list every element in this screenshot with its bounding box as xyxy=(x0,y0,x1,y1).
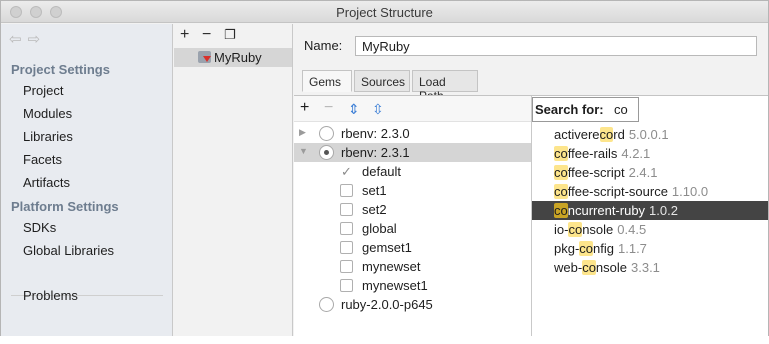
result-name: pkg-config 1.1.7 xyxy=(554,241,647,256)
project-structure-window: Project Structure ⇦⇨ Project Settings Pr… xyxy=(0,0,769,338)
tree-row-gemset[interactable]: ✓ default xyxy=(294,162,531,181)
search-result-item[interactable]: web-console 3.3.1 xyxy=(532,258,768,277)
search-result-item[interactable]: io-console 0.4.5 xyxy=(532,220,768,239)
sdk-detail-panel: Name: Gems Sources Load Path + − ⇕ ⇳ ▶ r… xyxy=(294,24,768,337)
search-result-item-selected[interactable]: concurrent-ruby 1.0.2 xyxy=(532,201,768,220)
expanded-arrow-icon[interactable]: ▼ xyxy=(299,146,308,156)
search-label: Search for: xyxy=(535,102,604,117)
tree-row-label: set2 xyxy=(362,202,387,217)
result-version: 3.3.1 xyxy=(631,260,660,275)
collapsed-arrow-icon[interactable]: ▶ xyxy=(299,127,306,138)
result-name: coffee-script 2.4.1 xyxy=(554,165,658,180)
search-query[interactable]: co xyxy=(614,102,628,117)
tree-row-sdk[interactable]: ruby-2.0.0-p645 xyxy=(294,295,531,314)
tree-row-sdk[interactable]: ▶ rbenv: 2.3.0 xyxy=(294,124,531,143)
sdk-list-panel: + − ❐ MyRuby xyxy=(174,24,293,337)
search-result-item[interactable]: coffee-script 2.4.1 xyxy=(532,163,768,182)
sidebar-item-facets[interactable]: Facets xyxy=(23,152,62,167)
name-field[interactable] xyxy=(355,36,757,56)
sidebar-item-artifacts[interactable]: Artifacts xyxy=(23,175,70,190)
expand-all-icon[interactable]: ⇕ xyxy=(348,101,360,118)
sdk-radio[interactable] xyxy=(319,297,334,312)
tree-row-label: mynewset1 xyxy=(362,278,428,293)
sidebar-item-sdks[interactable]: SDKs xyxy=(23,220,56,235)
gemset-checkbox[interactable] xyxy=(340,203,353,216)
sdk-list-toolbar: + − ❐ xyxy=(180,26,246,44)
settings-sidebar: ⇦⇨ Project Settings Project Modules Libr… xyxy=(1,24,173,337)
tree-row-label: mynewset xyxy=(362,259,421,274)
result-name: coffee-script-source 1.10.0 xyxy=(554,184,709,199)
tree-row-label: rbenv: 2.3.1 xyxy=(341,145,410,160)
remove-sdk-icon[interactable]: − xyxy=(202,26,224,44)
tree-row-label: set1 xyxy=(362,183,387,198)
forward-arrow-icon[interactable]: ⇨ xyxy=(28,31,47,48)
sidebar-item-libraries[interactable]: Libraries xyxy=(23,129,73,144)
torn-edge xyxy=(0,336,769,344)
project-settings-heading: Project Settings xyxy=(11,62,110,77)
title-bar: Project Structure xyxy=(1,1,768,23)
sdk-list-item-label: MyRuby xyxy=(214,50,262,65)
gems-panel: + − ⇕ ⇳ ▶ rbenv: 2.3.0 ▼ rbenv: 2.3.1 ✓ … xyxy=(294,95,768,337)
search-result-item[interactable]: coffee-script-source 1.10.0 xyxy=(532,182,768,201)
sdk-list-item-myruby[interactable]: MyRuby xyxy=(174,48,292,67)
name-label: Name: xyxy=(304,38,343,53)
copy-icon[interactable]: ❐ xyxy=(224,27,246,43)
gemset-checkbox[interactable] xyxy=(340,222,353,235)
sidebar-item-problems[interactable]: Problems xyxy=(23,288,78,303)
result-version: 2.4.1 xyxy=(628,165,658,180)
tree-row-label: global xyxy=(362,221,397,236)
sdk-radio[interactable] xyxy=(319,126,334,141)
search-result-item[interactable]: coffee-rails 4.2.1 xyxy=(532,144,768,163)
tree-row-label: ruby-2.0.0-p645 xyxy=(341,297,433,312)
tree-row-label: rbenv: 2.3.0 xyxy=(341,126,410,141)
tree-row-gemset[interactable]: mynewset xyxy=(294,257,531,276)
gemset-checkbox[interactable] xyxy=(340,279,353,292)
window-title: Project Structure xyxy=(336,5,433,20)
result-version: 1.0.2 xyxy=(649,203,678,218)
sidebar-item-modules[interactable]: Modules xyxy=(23,106,72,121)
back-arrow-icon[interactable]: ⇦ xyxy=(9,31,28,48)
remove-gem-icon[interactable]: − xyxy=(324,99,333,117)
gems-toolbar: + − ⇕ ⇳ xyxy=(294,96,531,122)
gemset-checkbox[interactable] xyxy=(340,184,353,197)
result-name: web-console 3.3.1 xyxy=(554,260,660,275)
tree-row-label: gemset1 xyxy=(362,240,412,255)
sidebar-item-global-libraries[interactable]: Global Libraries xyxy=(23,243,114,258)
result-name: concurrent-ruby 1.0.2 xyxy=(554,203,678,218)
result-name: io-console 0.4.5 xyxy=(554,222,647,237)
gemset-checkbox[interactable] xyxy=(340,241,353,254)
result-version: 0.4.5 xyxy=(617,222,647,237)
tree-row-label: default xyxy=(362,164,402,179)
tab-gems[interactable]: Gems xyxy=(302,70,352,92)
result-name: activerecord 5.0.0.1 xyxy=(554,127,669,142)
checkmark-icon[interactable]: ✓ xyxy=(340,165,353,178)
tab-load-path[interactable]: Load Path xyxy=(412,70,478,103)
platform-settings-heading: Platform Settings xyxy=(11,199,119,214)
tree-row-gemset[interactable]: set1 xyxy=(294,181,531,200)
tree-row-gemset[interactable]: global xyxy=(294,219,531,238)
ruby-sdk-icon xyxy=(198,51,211,63)
gemset-checkbox[interactable] xyxy=(340,260,353,273)
add-gem-icon[interactable]: + xyxy=(300,99,309,117)
history-nav: ⇦⇨ xyxy=(9,30,46,48)
tree-row-gemset[interactable]: mynewset1 xyxy=(294,276,531,295)
add-sdk-icon[interactable]: + xyxy=(180,26,202,44)
tree-row-gemset[interactable]: gemset1 xyxy=(294,238,531,257)
collapse-all-icon[interactable]: ⇳ xyxy=(372,101,384,118)
search-result-item[interactable]: activerecord 5.0.0.1 xyxy=(532,125,768,144)
result-version: 1.10.0 xyxy=(671,184,709,199)
tab-sources[interactable]: Sources xyxy=(354,70,410,92)
tree-row-sdk-selected[interactable]: ▼ rbenv: 2.3.1 xyxy=(294,143,531,162)
result-name: coffee-rails 4.2.1 xyxy=(554,146,651,161)
result-version: 4.2.1 xyxy=(621,146,651,161)
sdk-radio-selected[interactable] xyxy=(319,145,334,160)
result-version: 5.0.0.1 xyxy=(628,127,669,142)
search-result-item[interactable]: pkg-config 1.1.7 xyxy=(532,239,768,258)
tree-row-gemset[interactable]: set2 xyxy=(294,200,531,219)
result-version: 1.1.7 xyxy=(618,241,647,256)
sidebar-item-project[interactable]: Project xyxy=(23,83,63,98)
